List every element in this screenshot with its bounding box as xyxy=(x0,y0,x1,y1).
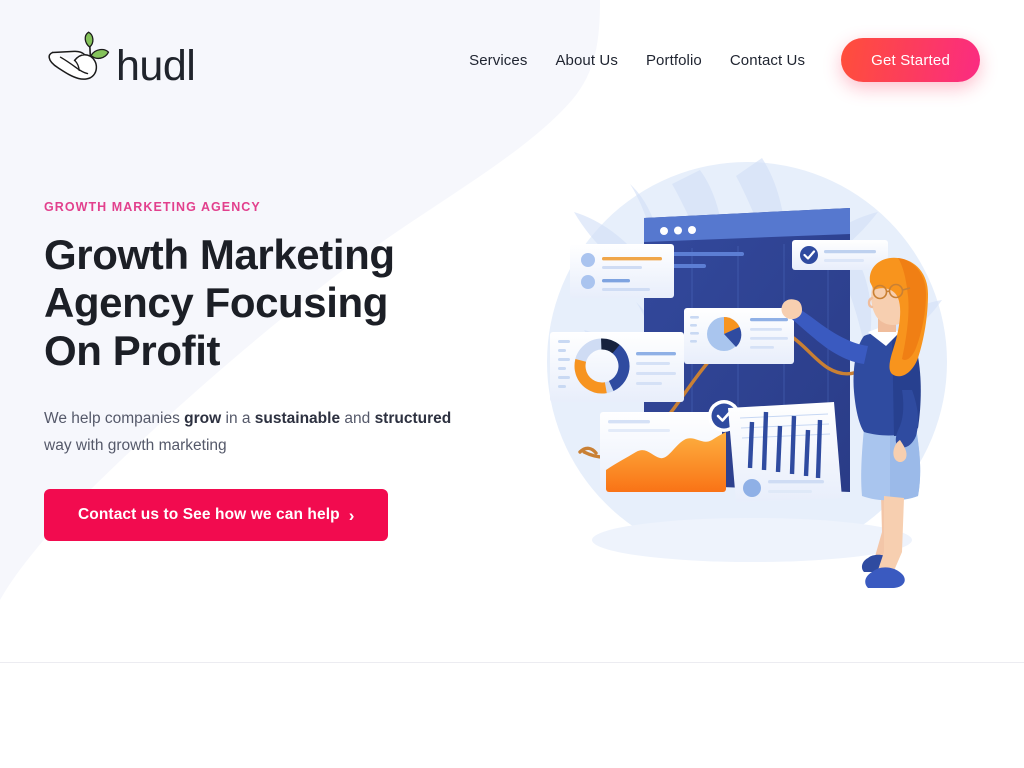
card-verified-top-right xyxy=(792,240,888,270)
chevron-right-icon: › xyxy=(348,505,355,525)
nav-link-contact-us[interactable]: Contact Us xyxy=(716,46,819,75)
hero-eyebrow: GROWTH MARKETING AGENCY xyxy=(44,200,261,214)
brand-name: hudl xyxy=(116,41,196,90)
illustration-canvas xyxy=(547,158,947,588)
card-area-chart xyxy=(600,412,726,494)
section-divider xyxy=(0,662,1024,663)
contact-cta-button[interactable]: Contact us to See how we can help › xyxy=(44,489,389,541)
brand-logo[interactable]: hudl xyxy=(44,30,196,92)
get-started-button[interactable]: Get Started xyxy=(841,38,980,82)
nav-link-services[interactable]: Services xyxy=(455,46,541,75)
card-bar-chart-document xyxy=(728,402,842,502)
hero-subtitle: We help companies grow in a sustainable … xyxy=(44,410,452,454)
page-title: Growth Marketing Agency Focusing On Prof… xyxy=(44,231,395,374)
card-pie-chart xyxy=(684,308,794,364)
below-fold-area xyxy=(0,663,1024,768)
marketing-analytics-illustration xyxy=(512,140,982,590)
hero-page: hudl Services About Us Portfolio Contact… xyxy=(0,0,1024,768)
nav-link-portfolio[interactable]: Portfolio xyxy=(632,46,716,75)
card-list-top-left xyxy=(570,244,674,298)
card-donut-chart xyxy=(550,332,684,402)
main-navigation: Services About Us Portfolio Contact Us G… xyxy=(455,38,980,82)
nav-link-about-us[interactable]: About Us xyxy=(541,46,632,75)
contact-cta-label: Contact us to See how we can help xyxy=(78,506,340,523)
hero-content: GROWTH MARKETING AGENCY Growth Marketing… xyxy=(44,200,514,541)
site-header: hudl Services About Us Portfolio Contact… xyxy=(0,0,1024,120)
